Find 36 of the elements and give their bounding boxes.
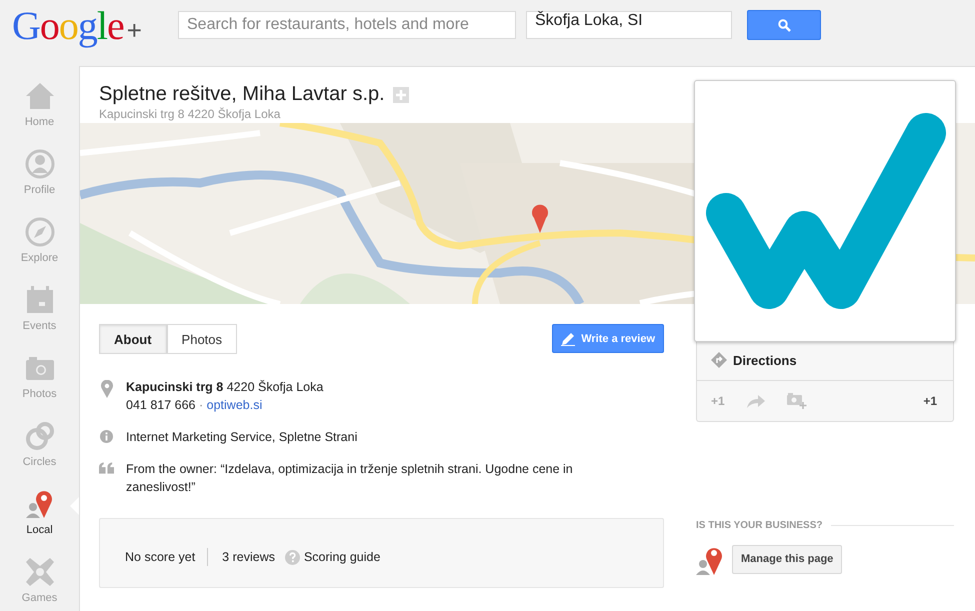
plus-square-icon: [392, 86, 409, 102]
place-address: Kapucinski trg 8 4220 Škofja Loka: [99, 107, 282, 121]
place-title: Spletne rešitve, Miha Lavtar s.p.: [99, 83, 385, 106]
search-field[interactable]: Search for restaurants, hotels and more: [178, 11, 516, 39]
circles-icon: [24, 420, 56, 452]
owner-quote: From the owner: “Izdelava, optimizacija in trženje spletnih strani. Ugodne cene in zaneslivost!”: [126, 461, 574, 496]
location-pin-icon: [100, 380, 112, 398]
share-icon[interactable]: [746, 394, 765, 408]
business-heading: IS THIS YOUR BUSINESS?: [696, 520, 823, 531]
google-plus-logo[interactable]: Google: [12, 2, 124, 48]
add-photo-icon[interactable]: [786, 393, 807, 409]
phone-text: 041 817 666 ·: [126, 398, 204, 412]
games-icon: [24, 556, 56, 588]
score-text: No score yet: [125, 550, 196, 564]
help-icon: [284, 550, 300, 564]
explore-icon: [24, 216, 56, 248]
plus-logo[interactable]: +: [126, 14, 141, 46]
scoring-guide-link[interactable]: Scoring guide: [304, 550, 380, 564]
info-icon: [100, 430, 113, 443]
plus-one-button[interactable]: +1: [923, 394, 937, 408]
tab[interactable]: Photos: [166, 324, 238, 354]
search-icon: [778, 18, 790, 32]
tab[interactable]: About: [99, 324, 167, 354]
pencil-icon: [561, 332, 576, 346]
home-icon: [24, 80, 56, 112]
search-button[interactable]: [747, 10, 821, 40]
manage-page-button[interactable]: Manage this page: [732, 544, 842, 574]
reviews-link[interactable]: 3 reviews: [222, 550, 275, 564]
quote-icon: [99, 462, 114, 474]
profile-icon: [24, 148, 56, 180]
website-link[interactable]: optiweb.si: [206, 398, 262, 412]
category-text: Internet Marketing Service, Spletne Strani: [126, 429, 358, 446]
location-field[interactable]: Škofja Loka, SI: [526, 11, 732, 39]
write-review-button[interactable]: Write a review: [552, 324, 664, 353]
address-text: Kapucinski trg 8 4220 Škofja Loka: [126, 379, 324, 396]
directions-icon: [711, 352, 727, 368]
